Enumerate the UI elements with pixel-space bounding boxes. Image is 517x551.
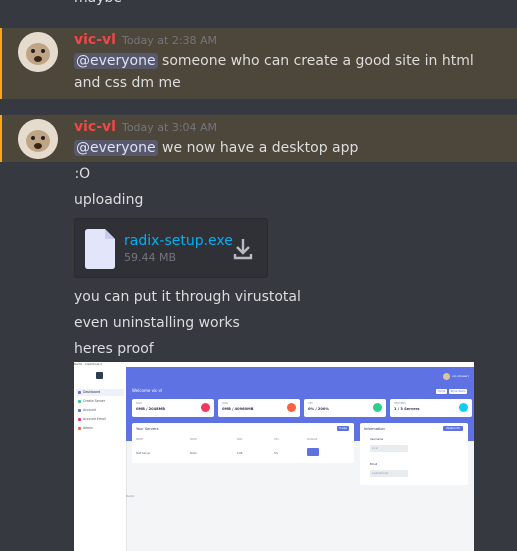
ram-icon: [201, 403, 210, 412]
file-size: 59.44 MB: [124, 251, 177, 264]
mention-everyone[interactable]: @everyone: [74, 53, 158, 69]
username-field[interactable]: vic-vl: [370, 445, 408, 452]
update-info-button[interactable]: Update Info: [443, 426, 463, 431]
username-text[interactable]: vic-vl: [74, 32, 116, 48]
stat-label: RAM: [136, 402, 142, 405]
disk-icon: [287, 403, 296, 412]
logo: [96, 372, 103, 379]
stat-value: 1 / 3 Servers: [394, 407, 420, 411]
welcome-title: Welcome vic-vl: [132, 388, 163, 393]
avatar[interactable]: [18, 32, 58, 72]
timestamp: Today at 2:38 AM: [121, 34, 218, 47]
column-header: CPU: [274, 438, 279, 441]
store-button[interactable]: Store Items: [449, 389, 467, 394]
create-server-button[interactable]: Create: [337, 426, 349, 431]
stat-card-cpu: CPU 0% / 200%: [304, 399, 386, 417]
message-body: we now have a desktop app: [157, 140, 359, 156]
previous-message-text: maybe: [74, 0, 122, 6]
dashboard-sidebar: Dashboard Create Server Account Account …: [74, 367, 127, 551]
username[interactable]: vic-vl Today at 2:38 AM: [74, 32, 217, 48]
panel-title: Information: [364, 427, 385, 431]
stat-value: 0MB / 40960MB: [222, 407, 254, 411]
user-name[interactable]: vic-vl(user): [452, 374, 469, 378]
stat-card-disk: DISK 0MB / 40960MB: [218, 399, 300, 417]
sidebar-label: Dashboard: [83, 390, 101, 394]
sidebar-label: Account: [83, 408, 96, 412]
sidebar-item-dashboard[interactable]: Dashboard: [76, 389, 124, 396]
column-header: NAME: [136, 438, 143, 441]
sidebar-item-account[interactable]: Account: [76, 407, 124, 414]
avatar[interactable]: [18, 119, 58, 159]
panel-title: Your Servers: [136, 427, 159, 431]
servers-panel: Your Servers Create: [132, 423, 354, 463]
timestamp: Today at 3:04 AM: [121, 121, 218, 134]
cpu-icon: [373, 403, 382, 412]
stat-card-ram: RAM 0MB / 2048MB: [132, 399, 214, 417]
column-header: RAM: [237, 438, 243, 441]
message-line: uploading: [74, 192, 144, 208]
servers-icon: [459, 403, 468, 412]
sidebar-item-create-server[interactable]: Create Server: [76, 398, 124, 405]
stat-label: SERVERS: [394, 402, 406, 405]
table-cell: 1GB: [237, 452, 243, 455]
footer-text: Radix: [126, 494, 135, 498]
avatar[interactable]: [443, 373, 450, 380]
column-header: NODE: [190, 438, 198, 441]
sidebar-label: Account Email: [83, 417, 106, 421]
message-line: you can put it through virustotal: [74, 289, 301, 305]
table-cell: Test Server: [136, 452, 151, 455]
stat-label: DISK: [222, 402, 229, 405]
image-attachment[interactable]: Radix - Dashboard Dashboard Create Serve…: [74, 362, 474, 551]
stat-card-servers: SERVERS 1 / 3 Servers: [390, 399, 472, 417]
field-label: Email: [370, 463, 378, 466]
stat-value: 0% / 200%: [308, 407, 330, 411]
message-text: @everyone someone who can create a good …: [74, 50, 499, 94]
message-group-2[interactable]: vic-vl Today at 3:04 AM @everyone we now …: [0, 115, 517, 162]
message-text: @everyone we now have a desktop app: [74, 137, 499, 159]
sidebar-item-admin[interactable]: Admin: [76, 425, 124, 432]
sidebar-label: Create Server: [83, 399, 106, 403]
field-label: Username: [370, 438, 384, 441]
message-line: even uninstalling works: [74, 315, 240, 331]
stat-label: CPU: [308, 402, 314, 405]
table-cell: Node: [190, 452, 197, 455]
email-field[interactable]: vic@radix.host: [370, 470, 408, 477]
file-attachment[interactable]: radix-setup.exe 59.44 MB: [74, 218, 268, 278]
message-line: heres proof: [74, 341, 154, 357]
message-line: :O: [70, 166, 91, 182]
table-cell: 5%: [274, 452, 279, 455]
manage-server-button[interactable]: [307, 448, 319, 456]
message-group-1[interactable]: vic-vl Today at 2:38 AM @everyone someone…: [0, 28, 517, 99]
download-icon[interactable]: [232, 237, 254, 261]
username[interactable]: vic-vl Today at 3:04 AM: [74, 119, 217, 135]
sidebar-item-account-email[interactable]: Account Email: [76, 416, 124, 423]
file-icon: [85, 229, 115, 269]
home-button[interactable]: Home: [436, 389, 447, 394]
mention-everyone[interactable]: @everyone: [74, 140, 158, 156]
file-name-link[interactable]: radix-setup.exe: [124, 233, 233, 249]
sidebar-label: Admin: [83, 426, 94, 430]
column-header: MANAGE: [307, 438, 318, 441]
username-text[interactable]: vic-vl: [74, 119, 116, 135]
stat-value: 0MB / 2048MB: [136, 407, 165, 411]
